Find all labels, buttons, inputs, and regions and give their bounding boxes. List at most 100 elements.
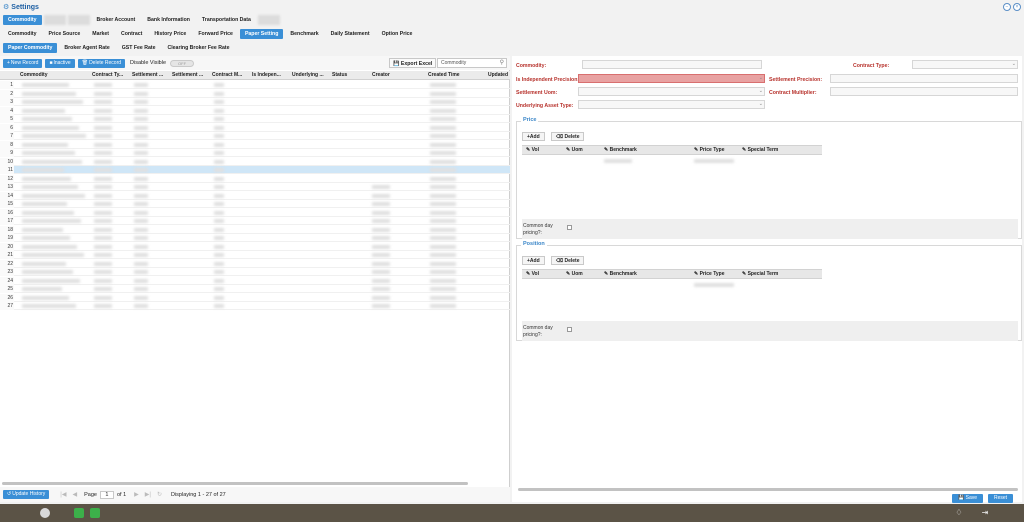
price-column-header[interactable]: ✎ Price Type	[694, 146, 725, 155]
sub-tab-0[interactable]: Commodity	[3, 29, 42, 39]
third-tab-2[interactable]: GST Fee Rate	[117, 43, 161, 53]
top-tab-5[interactable]: Transportation Data	[197, 15, 256, 25]
position-column-header[interactable]: ✎ Vol	[526, 270, 539, 279]
price-add-button[interactable]: +Add	[522, 132, 545, 141]
sub-tab-1[interactable]: Price Source	[44, 29, 86, 39]
sub-tab-5[interactable]: Forward Price	[193, 29, 238, 39]
underlying-asset-type-select[interactable]: ⌄	[578, 100, 765, 109]
position-common-day-pricing-checkbox[interactable]	[567, 327, 572, 332]
save-button[interactable]: 💾 Save	[952, 494, 984, 503]
top-tab-2[interactable]	[67, 15, 90, 25]
table-row[interactable]: 17	[0, 217, 510, 225]
table-row[interactable]: 9	[0, 149, 510, 157]
table-row[interactable]: 6	[0, 123, 510, 132]
table-row[interactable]: 3	[0, 98, 510, 106]
position-column-header[interactable]: ✎ Price Type	[694, 270, 725, 279]
inactive-button[interactable]: ■Inactive	[45, 58, 75, 68]
table-row[interactable]: 15	[0, 200, 510, 208]
grid-column-header[interactable]: Created Time	[428, 71, 486, 80]
position-delete-button[interactable]: ⌫ Delete	[551, 256, 585, 265]
new-record-button[interactable]: +New Record	[3, 58, 43, 68]
table-row[interactable]: 22	[0, 259, 510, 268]
top-tab-0[interactable]: Commodity	[3, 15, 42, 25]
commodity-field[interactable]	[582, 60, 762, 69]
grid-column-header[interactable]: Contract Ty...	[92, 71, 130, 80]
table-row[interactable]: 27	[0, 302, 510, 310]
settlement-precision-field[interactable]	[830, 74, 1018, 83]
app-launcher-icon[interactable]	[40, 508, 50, 518]
top-tab-4[interactable]: Bank Information	[142, 15, 195, 25]
table-row[interactable]: 11	[0, 166, 510, 174]
minimize-icon[interactable]: −	[1003, 3, 1011, 11]
page-number-input[interactable]: 1	[99, 490, 114, 499]
notification-icon[interactable]: ♢	[954, 508, 964, 518]
table-row[interactable]: 7	[0, 132, 510, 140]
top-tab-1[interactable]	[43, 15, 66, 25]
grid-column-header[interactable]: Settlement ...	[132, 71, 170, 80]
sub-tab-4[interactable]: History Price	[149, 29, 191, 39]
table-row[interactable]: 24	[0, 276, 510, 285]
next-page-icon[interactable]: ▶	[134, 491, 139, 498]
table-row[interactable]: 13	[0, 183, 510, 191]
table-row[interactable]: 14	[0, 191, 510, 200]
top-tab-3[interactable]: Broker Account	[92, 15, 141, 25]
third-tab-3[interactable]: Clearing Broker Fee Rate	[162, 43, 234, 53]
grid-column-header[interactable]: Underlying ...	[292, 71, 330, 80]
third-tab-0[interactable]: Paper Commodity	[3, 43, 58, 53]
grid-column-header[interactable]: Settlement ...	[172, 71, 210, 80]
contract-multiplier-field[interactable]	[830, 87, 1018, 96]
table-row[interactable]: 23	[0, 268, 510, 276]
table-row[interactable]: 21	[0, 251, 510, 259]
prev-page-icon[interactable]: ◀	[72, 491, 77, 498]
first-page-icon[interactable]: |◀	[60, 491, 66, 498]
sub-tab-6[interactable]: Paper Setting	[239, 29, 284, 39]
logout-icon[interactable]: ⇥	[980, 508, 990, 518]
grid-column-header[interactable]: Commodity	[20, 71, 90, 80]
is-independent-precision-select[interactable]: ⌄	[578, 74, 765, 83]
sub-tab-7[interactable]: Benchmark	[285, 29, 323, 39]
table-row[interactable]: 18	[0, 225, 510, 234]
reset-button[interactable]: Reset	[988, 494, 1014, 503]
table-row[interactable]: 12	[0, 174, 510, 183]
table-row[interactable]: 19	[0, 234, 510, 242]
grid-column-header[interactable]: Is Indepen...	[252, 71, 290, 80]
refresh-icon[interactable]: ↻	[157, 491, 162, 498]
price-column-header[interactable]: ✎ Benchmark	[604, 146, 637, 155]
grid-column-header[interactable]: Updated	[488, 71, 510, 80]
table-row[interactable]: 8	[0, 140, 510, 149]
price-delete-button[interactable]: ⌫ Delete	[551, 132, 585, 141]
messenger-app-icon[interactable]	[90, 508, 100, 518]
table-row[interactable]: 26	[0, 293, 510, 302]
grid-column-header[interactable]: Contract M...	[212, 71, 250, 80]
table-row[interactable]: 4	[0, 106, 510, 115]
position-column-header[interactable]: ✎ Uom	[566, 270, 583, 279]
grid-column-header[interactable]: Creator	[372, 71, 426, 80]
price-column-header[interactable]: ✎ Vol	[526, 146, 539, 155]
table-row[interactable]: 1	[0, 81, 510, 89]
third-tab-1[interactable]: Broker Agent Rate	[59, 43, 114, 53]
sub-tab-2[interactable]: Market	[87, 29, 114, 39]
table-row[interactable]: 10	[0, 157, 510, 166]
horizontal-scrollbar[interactable]	[2, 482, 468, 485]
table-row[interactable]: 5	[0, 115, 510, 123]
detail-horizontal-scrollbar[interactable]	[518, 488, 1018, 491]
position-column-header[interactable]: ✎ Benchmark	[604, 270, 637, 279]
grid-column-header[interactable]: Status	[332, 71, 370, 80]
price-column-header[interactable]: ✎ Uom	[566, 146, 583, 155]
price-column-header[interactable]: ✎ Special Term	[742, 146, 778, 155]
table-row[interactable]: 16	[0, 208, 510, 217]
sub-tab-3[interactable]: Contract	[116, 29, 147, 39]
delete-record-button[interactable]: 🗑Delete Record	[77, 58, 126, 68]
table-row[interactable]: 2	[0, 89, 510, 98]
table-row[interactable]: 25	[0, 285, 510, 293]
sub-tab-9[interactable]: Option Price	[377, 29, 418, 39]
disable-visible-toggle[interactable]: OFF	[170, 59, 195, 67]
position-add-button[interactable]: +Add	[522, 256, 545, 265]
export-excel-button[interactable]: 💾 Export Excel	[389, 58, 437, 68]
update-history-button[interactable]: ↺Update History	[3, 490, 50, 499]
price-common-day-pricing-checkbox[interactable]	[567, 225, 572, 230]
commodity-search-input[interactable]: Commodity ⚲	[437, 58, 507, 68]
sub-tab-8[interactable]: Daily Statement	[326, 29, 375, 39]
table-row[interactable]: 20	[0, 242, 510, 251]
position-column-header[interactable]: ✎ Special Term	[742, 270, 778, 279]
